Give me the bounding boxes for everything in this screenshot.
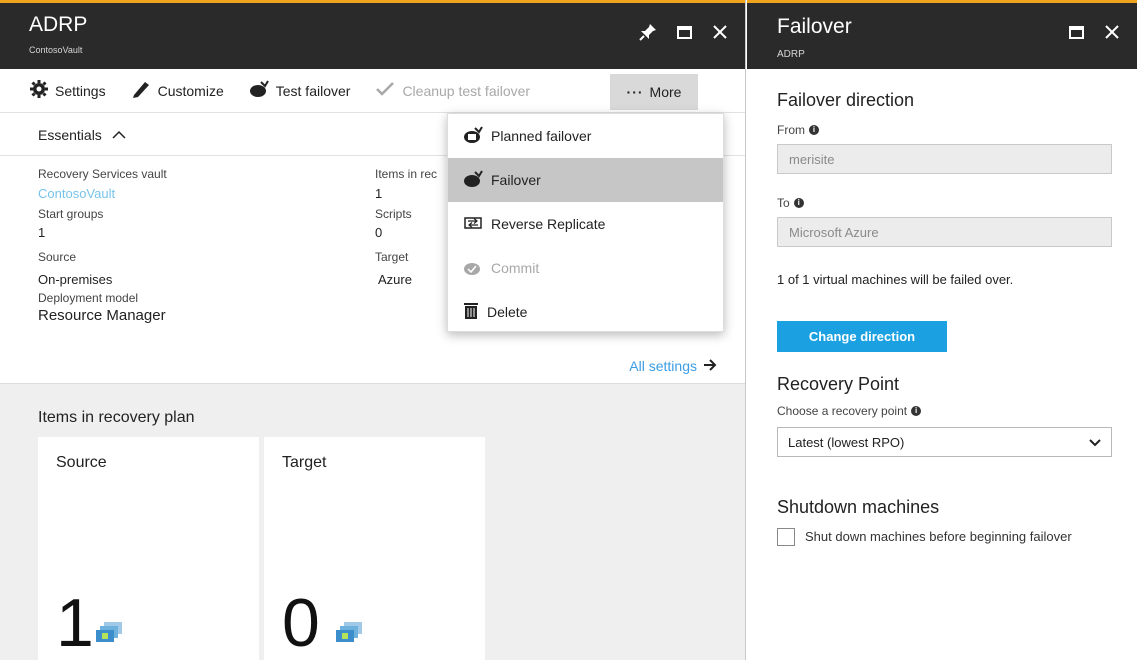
menu-item-label: Reverse Replicate — [491, 216, 606, 232]
trash-icon — [463, 302, 479, 323]
recovery-plan-items-section: Items in recovery plan Source 1 Target 0 — [0, 383, 745, 660]
menu-item-reverse-replicate[interactable]: Reverse Replicate — [448, 202, 723, 246]
virtual-machines-icon — [96, 622, 124, 644]
planned-failover-icon — [463, 125, 483, 147]
tile-count: 1 — [56, 585, 94, 660]
essentials-label: Essentials — [38, 126, 102, 143]
blade-subtitle: ContosoVault — [29, 45, 83, 55]
recovery-point-select[interactable]: Latest (lowest RPO) — [777, 427, 1112, 457]
test-failover-icon — [249, 80, 269, 101]
more-label: More — [649, 84, 682, 100]
customize-button[interactable]: Customize — [131, 80, 224, 101]
menu-item-label: Commit — [491, 260, 540, 276]
recovery-point-label: Choose a recovery point — [777, 404, 908, 418]
close-icon[interactable] — [1103, 23, 1121, 41]
info-icon[interactable]: i — [911, 406, 922, 416]
info-icon[interactable]: i — [809, 125, 819, 135]
vm-count-message: 1 of 1 virtual machines will be failed o… — [777, 272, 1014, 287]
more-button[interactable]: ··· More — [610, 74, 698, 110]
blade-header: Failover ADRP — [747, 0, 1137, 69]
chevron-up-icon — [112, 127, 126, 143]
to-field[interactable]: Microsoft Azure — [777, 217, 1112, 247]
deployment-model-label: Deployment model — [38, 291, 139, 305]
tile-count: 0 — [282, 585, 320, 660]
failover-blade: Failover ADRP Failover direction From i … — [747, 0, 1137, 660]
customize-label: Customize — [157, 82, 224, 99]
recovery-plan-blade: ADRP ContosoVault Settings Customize Tes… — [0, 0, 746, 660]
menu-item-label: Planned failover — [491, 128, 592, 144]
menu-item-delete[interactable]: Delete — [448, 290, 723, 334]
start-groups-label: Start groups — [38, 207, 104, 221]
section-title: Items in recovery plan — [38, 409, 195, 426]
source-value: On-premises — [38, 272, 113, 287]
maximize-icon[interactable] — [1067, 23, 1085, 41]
gear-icon — [30, 80, 48, 101]
more-menu: Planned failover Failover Reverse Replic… — [447, 113, 724, 332]
to-label-row: To i — [777, 196, 804, 210]
cleanup-test-failover-label: Cleanup test failover — [402, 82, 531, 99]
test-failover-label: Test failover — [275, 82, 351, 99]
reverse-replicate-icon — [463, 215, 483, 234]
source-label: Source — [38, 250, 77, 264]
ellipsis-icon: ··· — [626, 84, 644, 100]
deployment-model-value: Resource Manager — [38, 307, 166, 324]
pencil-icon — [131, 80, 151, 101]
recovery-point-value: Latest (lowest RPO) — [788, 434, 905, 450]
blade-header: ADRP ContosoVault — [0, 0, 745, 69]
from-label: From — [777, 123, 805, 137]
commit-icon — [463, 258, 483, 279]
recovery-point-label-row: Choose a recovery point i — [777, 404, 922, 418]
test-failover-button[interactable]: Test failover — [249, 80, 351, 101]
target-value: Azure — [378, 272, 412, 287]
failover-direction-title: Failover direction — [777, 90, 915, 110]
cleanup-test-failover-button[interactable]: Cleanup test failover — [375, 81, 530, 100]
all-settings-link[interactable]: All settings — [629, 358, 717, 374]
blade-title: ADRP — [29, 13, 88, 36]
menu-item-commit[interactable]: Commit — [448, 246, 723, 290]
settings-button[interactable]: Settings — [30, 80, 106, 101]
failover-icon — [463, 169, 483, 191]
menu-item-label: Failover — [491, 172, 541, 188]
change-direction-button[interactable]: Change direction — [777, 321, 947, 352]
info-icon[interactable]: i — [793, 198, 804, 208]
blade-subtitle: ADRP — [777, 49, 805, 60]
scripts-label: Scripts — [375, 207, 412, 221]
from-field[interactable]: merisite — [777, 144, 1112, 174]
tile-title: Target — [282, 454, 327, 471]
close-icon[interactable] — [711, 23, 729, 41]
chevron-down-icon — [1089, 435, 1101, 450]
items-label: Items in rec — [375, 167, 438, 181]
from-label-row: From i — [777, 123, 819, 137]
pin-icon[interactable] — [639, 23, 657, 41]
start-groups-value: 1 — [38, 225, 46, 240]
virtual-machines-icon — [336, 622, 364, 644]
shutdown-checkbox-label: Shut down machines before beginning fail… — [805, 529, 1072, 544]
target-label: Target — [375, 250, 409, 264]
menu-item-planned-failover[interactable]: Planned failover — [448, 114, 723, 158]
items-value: 1 — [375, 186, 383, 201]
shutdown-machines-title: Shutdown machines — [777, 497, 940, 517]
scripts-value: 0 — [375, 225, 383, 240]
vault-link[interactable]: ContosoVault — [38, 186, 167, 201]
command-bar: Settings Customize Test failover Cleanup… — [0, 69, 745, 113]
tile-title: Source — [56, 454, 107, 471]
settings-label: Settings — [55, 82, 106, 99]
checkmark-icon — [375, 81, 395, 100]
blade-title: Failover — [777, 15, 852, 38]
recovery-point-title: Recovery Point — [777, 374, 900, 394]
shutdown-checkbox[interactable] — [777, 528, 795, 546]
to-label: To — [777, 196, 790, 210]
menu-item-label: Delete — [487, 304, 528, 320]
source-tile[interactable]: Source 1 — [38, 437, 259, 660]
arrow-right-icon — [703, 358, 717, 374]
target-tile[interactable]: Target 0 — [264, 437, 485, 660]
maximize-icon[interactable] — [675, 23, 693, 41]
all-settings-label: All settings — [629, 358, 697, 374]
menu-item-failover[interactable]: Failover — [448, 158, 723, 202]
vault-label: Recovery Services vault — [38, 167, 167, 181]
